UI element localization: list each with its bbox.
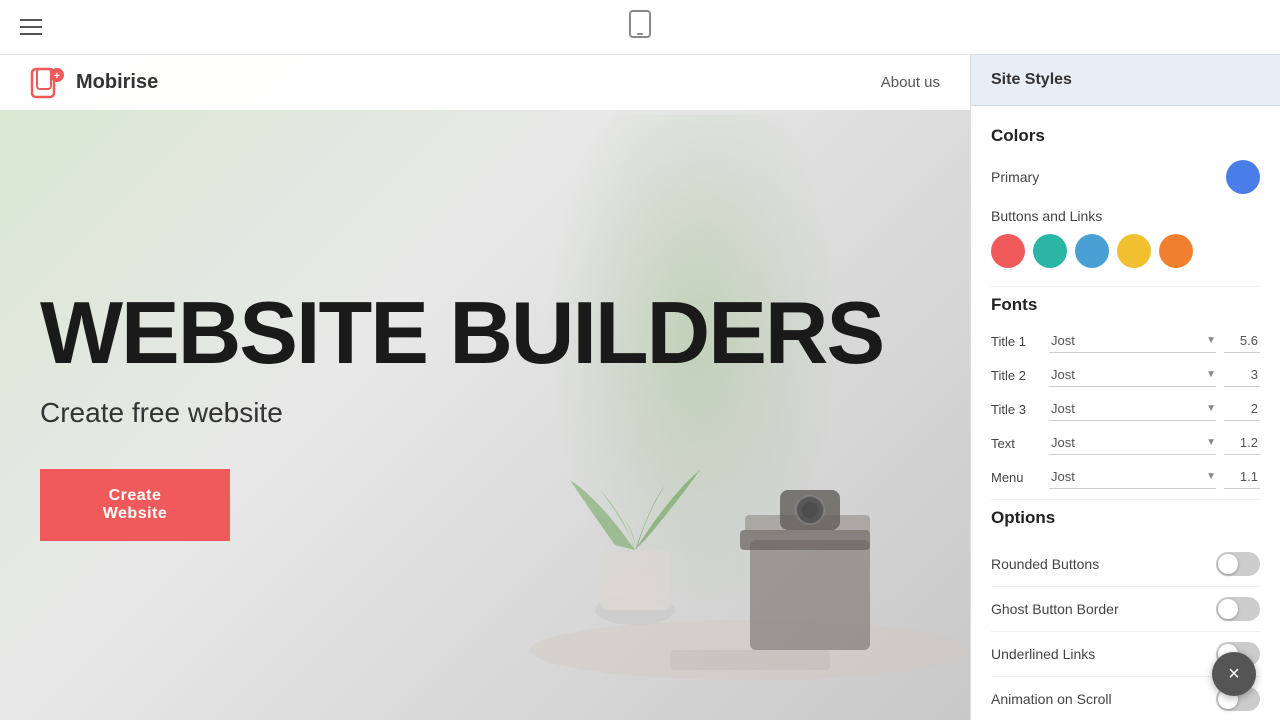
top-bar (0, 0, 1280, 55)
top-bar-left (20, 19, 42, 35)
font-arrow-title3: ▼ (1206, 403, 1216, 414)
fonts-section: Fonts Title 1 Jost ▼ Title 2 Jost ▼ (991, 295, 1260, 489)
font-row-title3: Title 3 Jost ▼ (991, 397, 1260, 421)
panel-body: Colors Primary Buttons and Links Fonts T… (971, 106, 1280, 720)
font-name-title2: Jost (1049, 363, 1206, 386)
close-panel-button[interactable]: × (1212, 652, 1256, 696)
primary-color-row: Primary (991, 160, 1260, 194)
create-website-button[interactable]: Create Website (40, 469, 230, 541)
primary-color-label: Primary (991, 169, 1039, 185)
logo-icon: + (30, 65, 66, 101)
device-preview-icon[interactable] (629, 10, 651, 44)
hamburger-menu-button[interactable] (20, 19, 42, 35)
rounded-buttons-toggle[interactable] (1216, 552, 1260, 576)
font-select-title2[interactable]: Jost ▼ (1049, 363, 1216, 387)
color-swatch-blue[interactable] (1075, 234, 1109, 268)
preview-nav: + Mobirise About us (0, 55, 970, 110)
font-name-menu: Jost (1049, 465, 1206, 488)
hero-title: WEBSITE BUILDERS (40, 289, 930, 377)
buttons-links-label: Buttons and Links (991, 208, 1260, 224)
color-swatch-yellow[interactable] (1117, 234, 1151, 268)
fonts-section-title: Fonts (991, 295, 1260, 315)
top-bar-center (629, 10, 651, 44)
color-swatch-orange[interactable] (1159, 234, 1193, 268)
font-label-text: Text (991, 436, 1041, 451)
option-label-underlined-links: Underlined Links (991, 646, 1095, 662)
font-name-title3: Jost (1049, 397, 1206, 420)
font-row-text: Text Jost ▼ (991, 431, 1260, 455)
font-select-title1[interactable]: Jost ▼ (1049, 329, 1216, 353)
font-size-menu[interactable] (1224, 465, 1260, 489)
main-area: + Mobirise About us WEBSITE BUILDERS Cre… (0, 55, 1280, 720)
font-arrow-title1: ▼ (1206, 335, 1216, 346)
font-label-title2: Title 2 (991, 368, 1041, 383)
option-row-rounded-buttons: Rounded Buttons (991, 542, 1260, 587)
font-label-title3: Title 3 (991, 402, 1041, 417)
font-select-menu[interactable]: Jost ▼ (1049, 465, 1216, 489)
options-section-title: Options (991, 508, 1260, 528)
font-row-title2: Title 2 Jost ▼ (991, 363, 1260, 387)
preview-nav-link[interactable]: About us (881, 74, 940, 91)
hero-subtitle: Create free website (40, 397, 930, 429)
font-name-title1: Jost (1049, 329, 1206, 352)
svg-text:+: + (54, 71, 60, 82)
divider-colors-fonts (991, 286, 1260, 287)
hero-content: WEBSITE BUILDERS Create free website Cre… (0, 55, 970, 720)
website-preview: + Mobirise About us WEBSITE BUILDERS Cre… (0, 55, 970, 720)
font-arrow-menu: ▼ (1206, 471, 1216, 482)
option-label-rounded-buttons: Rounded Buttons (991, 556, 1099, 572)
panel-header: Site Styles (971, 55, 1280, 106)
option-label-ghost-button-border: Ghost Button Border (991, 601, 1119, 617)
color-swatch-red[interactable] (991, 234, 1025, 268)
font-size-title3[interactable] (1224, 397, 1260, 421)
font-row-menu: Menu Jost ▼ (991, 465, 1260, 489)
option-row-ghost-button-border: Ghost Button Border (991, 587, 1260, 632)
font-label-title1: Title 1 (991, 334, 1041, 349)
preview-logo: + Mobirise (30, 65, 158, 101)
font-arrow-title2: ▼ (1206, 369, 1216, 380)
font-select-text[interactable]: Jost ▼ (1049, 431, 1216, 455)
right-panel: Site Styles Colors Primary Buttons and L… (970, 55, 1280, 720)
color-swatch-teal[interactable] (1033, 234, 1067, 268)
font-arrow-text: ▼ (1206, 437, 1216, 448)
font-size-title2[interactable] (1224, 363, 1260, 387)
font-size-text[interactable] (1224, 431, 1260, 455)
ghost-button-border-toggle[interactable] (1216, 597, 1260, 621)
font-name-text: Jost (1049, 431, 1206, 454)
primary-color-swatch[interactable] (1226, 160, 1260, 194)
font-size-title1[interactable] (1224, 329, 1260, 353)
colors-section-title: Colors (991, 126, 1260, 146)
divider-fonts-options (991, 499, 1260, 500)
font-label-menu: Menu (991, 470, 1041, 485)
font-select-title3[interactable]: Jost ▼ (1049, 397, 1216, 421)
font-row-title1: Title 1 Jost ▼ (991, 329, 1260, 353)
color-options-row (991, 234, 1260, 268)
logo-text: Mobirise (76, 71, 158, 94)
option-label-animation-on-scroll: Animation on Scroll (991, 691, 1112, 707)
